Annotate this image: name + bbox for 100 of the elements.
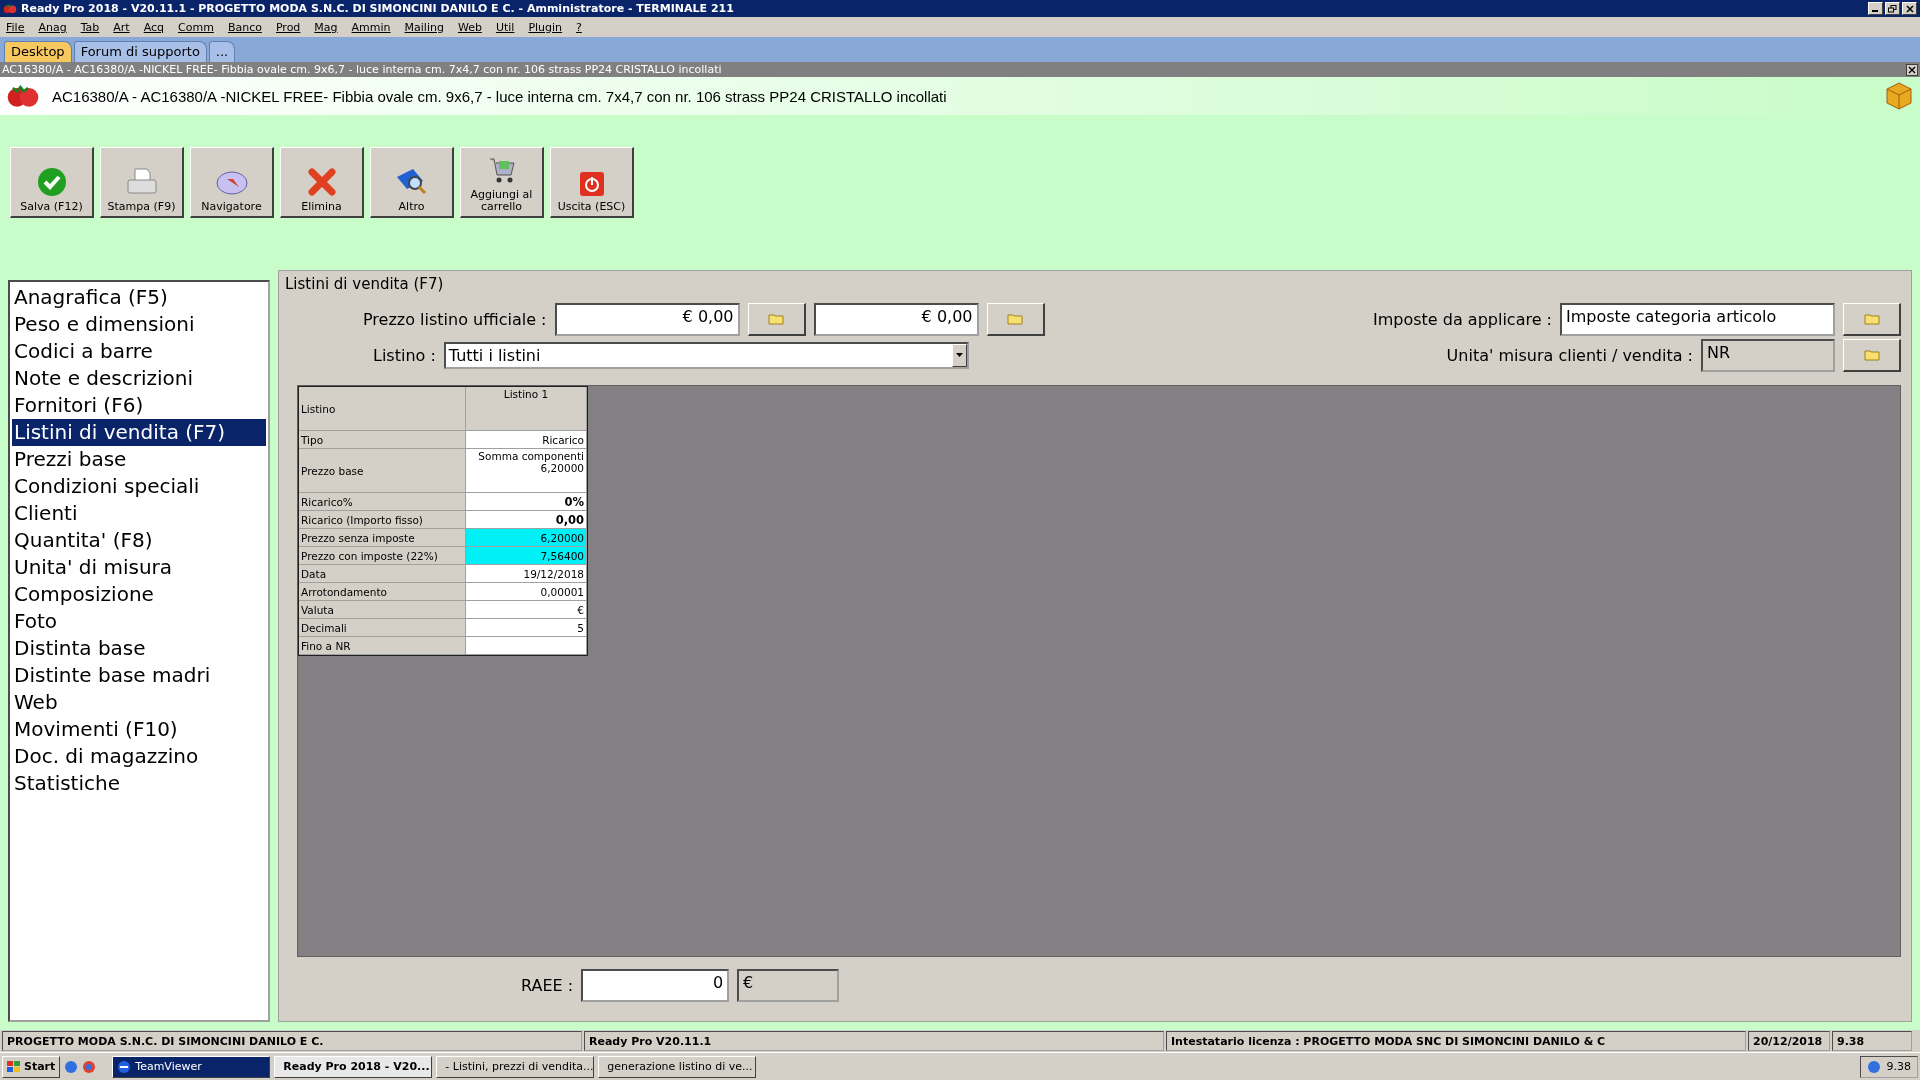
table-cell: 6,20000	[466, 529, 587, 547]
table-cell: Listino	[299, 387, 466, 431]
folder-button[interactable]	[747, 302, 806, 336]
menu-item[interactable]: Web	[457, 20, 482, 34]
folder-button[interactable]	[1843, 338, 1901, 372]
status-cell: Intestatario licenza : PROGETTO MODA SNC DI SIMONCINI DANILO & C	[1166, 1031, 1746, 1051]
taskbar-button[interactable]: TeamViewer	[112, 1055, 271, 1078]
strawberry-icon	[3, 2, 17, 15]
table-cell: Arrotondamento	[299, 583, 466, 601]
document-title: AC16380/A - AC16380/A -NICKEL FREE- Fibbia ovale cm. 9x6,7 - luce interna cm. 7x4,7 con nr. 106 strass PP24 CRISTALLO incollati	[2, 63, 722, 76]
menu-item[interactable]: Anag	[38, 20, 67, 34]
sidebar-item[interactable]: Foto	[12, 608, 266, 635]
menu-item[interactable]: Ammin	[351, 20, 391, 34]
folder-button[interactable]	[1843, 302, 1901, 336]
status-cell: Ready Pro V20.11.1	[584, 1031, 1164, 1051]
price-field[interactable]: € 0,00	[554, 302, 740, 336]
raee-field[interactable]: 0	[581, 969, 730, 1002]
table-cell: Valuta	[299, 601, 466, 619]
sidebar-item[interactable]: Clienti	[12, 500, 266, 527]
sidebar-item[interactable]: Distinte base madri	[12, 662, 266, 689]
field-label: Imposte da applicare :	[1373, 309, 1552, 329]
table-cell: 0,00	[466, 511, 587, 529]
toolbar-button[interactable]: Elimina	[280, 147, 364, 218]
taskbar-button[interactable]: - Listini, prezzi di vendita...	[436, 1055, 595, 1078]
folder-icon	[1863, 312, 1880, 325]
taskbar-button[interactable]: generazione listino di ve...	[598, 1055, 757, 1078]
column-header: Listino 1	[466, 387, 587, 431]
sidebar-item[interactable]: Listini di vendita (F7)	[12, 419, 266, 446]
status-cell: 20/12/2018	[1748, 1031, 1830, 1051]
sidebar-item[interactable]: Quantita' (F8)	[12, 527, 266, 554]
minimize-button[interactable]	[1868, 2, 1883, 15]
tab[interactable]: ...	[208, 41, 236, 62]
menu-item[interactable]: File	[6, 20, 25, 34]
sidebar-item[interactable]: Composizione	[12, 581, 266, 608]
folder-icon	[768, 312, 784, 325]
toolbar-button[interactable]: Altro	[370, 147, 454, 218]
sidebar-item[interactable]: Condizioni speciali	[12, 473, 266, 500]
pricelist-dropdown[interactable]: Tutti i listini	[443, 341, 969, 369]
table-cell: Decimali	[299, 619, 466, 637]
field-label: Prezzo listino ufficiale :	[363, 309, 547, 329]
toolbar-button[interactable]: Uscita (ESC)	[550, 147, 634, 218]
folder-icon	[1863, 348, 1880, 361]
start-button[interactable]: Start	[2, 1055, 61, 1078]
toolbar-button[interactable]: Navigatore	[190, 147, 274, 218]
menu-item[interactable]: Comm	[178, 20, 214, 34]
table-cell: Ricarico%	[299, 493, 466, 511]
table-cell: 0%	[466, 493, 587, 511]
compass-icon	[214, 169, 249, 197]
window-title: Ready Pro 2018 - V20.11.1 - PROGETTO MODA S.N.C. DI SIMONCINI DANILO E C. - Amministratore - TERMINALE 211	[21, 2, 734, 15]
sidebar-item[interactable]: Movimenti (F10)	[12, 716, 266, 743]
checkmark-icon	[36, 167, 67, 197]
toolbar-button[interactable]: Stampa (F9)	[100, 147, 184, 218]
status-cell: PROGETTO MODA S.N.C. DI SIMONCINI DANILO E C.	[2, 1031, 582, 1051]
menu-item[interactable]: Mag	[314, 20, 338, 34]
menu-item[interactable]: Util	[495, 20, 515, 34]
sidebar-item[interactable]: Distinta base	[12, 635, 266, 662]
menu-item[interactable]: Mailing	[404, 20, 444, 34]
restore-button[interactable]	[1885, 2, 1900, 15]
table-cell: 5	[466, 619, 587, 637]
field-label: RAEE :	[521, 976, 574, 995]
status-cell: 9.38	[1832, 1031, 1912, 1051]
taskbar-button[interactable]: Ready Pro 2018 - V20...	[274, 1055, 433, 1078]
caret-icon	[955, 353, 963, 357]
menu-item[interactable]: Plugin	[528, 20, 563, 34]
menu-item[interactable]: ?	[576, 20, 582, 34]
sidebar-item[interactable]: Fornitori (F6)	[12, 392, 266, 419]
folder-icon	[1007, 312, 1023, 325]
table-cell: 0,00001	[466, 583, 587, 601]
price-field[interactable]: € 0,00	[813, 302, 979, 336]
toolbar-button[interactable]: Aggiungi al carrello	[460, 147, 544, 218]
tab[interactable]: Desktop	[4, 41, 72, 62]
sidebar-item[interactable]: Prezzi base	[12, 446, 266, 473]
sidebar-item[interactable]: Anagrafica (F5)	[12, 284, 266, 311]
currency-field: €	[737, 969, 840, 1002]
sidebar-item[interactable]: Statistiche	[12, 770, 266, 797]
sidebar-item[interactable]: Web	[12, 689, 266, 716]
table-cell: 19/12/2018	[466, 565, 587, 583]
menu-item[interactable]: Art	[113, 20, 130, 34]
table-cell: Somma componenti 6,20000	[466, 449, 587, 493]
sidebar-item[interactable]: Peso e dimensioni	[12, 311, 266, 338]
menu-item[interactable]: Banco	[227, 20, 262, 34]
menu-item[interactable]: Tab	[80, 20, 100, 34]
table-cell: Prezzo senza imposte	[299, 529, 466, 547]
table-cell: Prezzo con imposte (22%)	[299, 547, 466, 565]
unit-field[interactable]: NR	[1701, 338, 1835, 372]
menu-item[interactable]: Prod	[275, 20, 301, 34]
folder-button[interactable]	[986, 302, 1045, 336]
tab[interactable]: Forum di supporto	[73, 41, 207, 62]
strawberry-icon	[6, 82, 40, 110]
sidebar-item[interactable]: Unita' di misura	[12, 554, 266, 581]
panel-title: Listini di vendita (F7)	[285, 275, 445, 293]
toolbar-button[interactable]: Salva (F12)	[10, 147, 94, 218]
item-title: AC16380/A - AC16380/A -NICKEL FREE- Fibbia ovale cm. 9x6,7 - luce interna cm. 7x4,7 con nr. 106 strass PP24 CRISTALLO incollati	[52, 87, 947, 105]
sidebar-item[interactable]: Note e descrizioni	[12, 365, 266, 392]
taxes-field[interactable]: Imposte categoria articolo	[1560, 302, 1835, 336]
close-button[interactable]	[1906, 63, 1918, 76]
sidebar-item[interactable]: Doc. di magazzino	[12, 743, 266, 770]
menu-item[interactable]: Acq	[143, 20, 165, 34]
table-cell: 7,56400	[466, 547, 587, 565]
sidebar-item[interactable]: Codici a barre	[12, 338, 266, 365]
